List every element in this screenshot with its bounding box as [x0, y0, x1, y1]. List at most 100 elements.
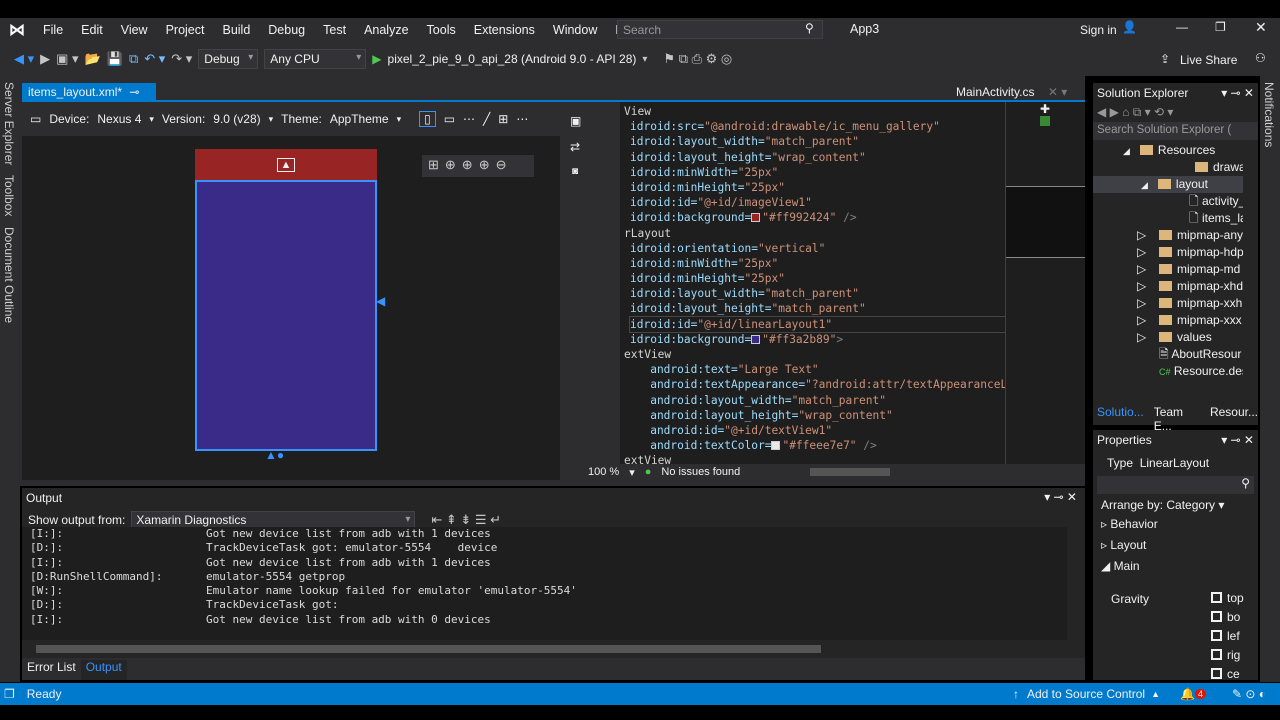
landscape-icon[interactable]: ▭	[444, 112, 455, 126]
theme-dropdown[interactable]: AppTheme	[330, 112, 389, 126]
color-swatch[interactable]	[751, 213, 761, 223]
notifications-icon[interactable]: 🔔	[1180, 687, 1195, 701]
config-dropdown[interactable]: Debug	[198, 49, 259, 69]
tab-team[interactable]: Team E...	[1154, 405, 1200, 433]
category-layout[interactable]: ▹ Layout	[1093, 537, 1258, 554]
redo-icon[interactable]: ↷ ▾	[171, 51, 192, 67]
output-hscrollbar[interactable]	[36, 645, 821, 653]
restore-button[interactable]: ❐	[1215, 20, 1226, 34]
tree-item[interactable]: ▷ mipmap-hdp	[1093, 244, 1243, 261]
search-input[interactable]: Search	[617, 20, 823, 39]
zoom-icon[interactable]: ⊕⊕⊕⊖	[445, 157, 513, 172]
version-dropdown[interactable]: 9.0 (v28)	[213, 112, 260, 126]
pin-icon[interactable]: ⊸	[129, 85, 139, 99]
tab-output[interactable]: Output	[80, 660, 127, 680]
tree-item[interactable]: ▷ values	[1093, 329, 1243, 346]
menu-window[interactable]: Window	[544, 23, 606, 37]
resize-handle[interactable]: ▲●	[265, 448, 284, 462]
category-main[interactable]: ◢ Main	[1093, 558, 1258, 575]
menu-tools[interactable]: Tools	[418, 23, 465, 37]
color-swatch[interactable]	[771, 441, 781, 451]
platform-dropdown[interactable]: Any CPU	[264, 49, 367, 69]
close-tab-icon[interactable]: ✕ ▾	[1048, 85, 1067, 99]
se-search-input[interactable]: Search Solution Explorer (	[1093, 122, 1258, 140]
settings-icon[interactable]: ◙	[572, 166, 620, 177]
dropdown-icon[interactable]: ▾	[642, 54, 647, 65]
document-outline-tab[interactable]: Document Outline	[2, 227, 16, 323]
tree-item[interactable]: ▷ mipmap-any	[1093, 227, 1243, 244]
tree-item[interactable]: ▷ mipmap-xhd	[1093, 278, 1243, 295]
fit-icon[interactable]: ⊞	[428, 157, 445, 172]
tree-item[interactable]: ◢ Resources	[1093, 142, 1243, 159]
tree-item[interactable]: 🗋 activity_m	[1093, 193, 1243, 210]
menu-analyze[interactable]: Analyze	[355, 23, 417, 37]
color-swatch[interactable]	[751, 334, 761, 344]
save-icon[interactable]: 💾	[107, 51, 123, 67]
open-icon[interactable]: 📂	[85, 51, 101, 67]
menu-extensions[interactable]: Extensions	[465, 23, 544, 37]
tree-item[interactable]: ◢ layout	[1093, 176, 1243, 193]
code-editor[interactable]: View idroid:src="@android:drawable/ic_men…	[620, 102, 1005, 464]
gravity-checkbox[interactable]: top	[1211, 590, 1253, 609]
phone-image-view[interactable]: ▲	[195, 149, 377, 180]
props-search-input[interactable]: ⚲	[1097, 476, 1254, 494]
menu-file[interactable]: File	[34, 23, 72, 37]
tree-item[interactable]: ▷ mipmap-md	[1093, 261, 1243, 278]
category-behavior[interactable]: ▹ Behavior	[1093, 516, 1258, 533]
undo-icon[interactable]: ↶ ▾	[144, 51, 165, 67]
notifications-tab[interactable]: Notifications	[1262, 82, 1276, 147]
add-icon[interactable]: ✚	[1040, 102, 1085, 116]
more-icon[interactable]: ⋯	[516, 112, 528, 126]
sign-in-link[interactable]: Sign in	[1080, 23, 1117, 37]
issues-status[interactable]: No issues found	[661, 466, 740, 478]
panel-controls[interactable]: ▾ ⊸ ✕	[1221, 433, 1254, 447]
brush-icon[interactable]: ╱	[483, 112, 490, 126]
save-all-icon[interactable]: ⧉	[129, 51, 138, 67]
se-toolbar[interactable]: ◀ ▶ ⌂ ⧉ ▾ ⟲ ▾	[1093, 103, 1258, 122]
tree-item[interactable]: ▷ mipmap-xxh	[1093, 295, 1243, 312]
tree-item[interactable]: C# Resource.des	[1093, 363, 1243, 380]
tab-error-list[interactable]: Error List	[22, 660, 81, 680]
code-minimap[interactable]: ✚	[1005, 102, 1085, 464]
live-share-icon[interactable]: ⇪	[1160, 52, 1170, 66]
device-manager-icon[interactable]: ⚑ ⧉ ⎙ ⚙ ◎	[663, 51, 732, 67]
swap-icon[interactable]: ⇄	[570, 140, 620, 154]
phone-linear-layout[interactable]	[195, 180, 377, 451]
add-source-control-button[interactable]: Add to Source Control	[1027, 687, 1145, 701]
grid-icon[interactable]: ⊞	[498, 112, 508, 126]
tab-mainactivity[interactable]: MainActivity.cs ✕ ▾	[950, 83, 1085, 102]
menu-test[interactable]: Test	[314, 23, 355, 37]
clear-icon[interactable]: ⇤ ⇞ ⇟ ☰ ↵	[431, 512, 501, 528]
portrait-icon[interactable]: ▯	[419, 111, 436, 127]
tree-item[interactable]: 🗎 AboutResour	[1093, 346, 1243, 363]
server-explorer-tab[interactable]: Server Explorer	[2, 82, 16, 165]
gravity-checkbox[interactable]: bo	[1211, 609, 1253, 628]
menu-edit[interactable]: Edit	[72, 23, 112, 37]
back-icon[interactable]: ◀ ▾	[14, 51, 34, 67]
device-dropdown[interactable]: Nexus 4	[97, 112, 141, 126]
panel-controls[interactable]: ▾ ⊸ ✕	[1221, 86, 1254, 100]
menu-build[interactable]: Build	[213, 23, 259, 37]
forward-icon[interactable]: ▶	[40, 51, 50, 67]
menu-project[interactable]: Project	[157, 23, 214, 37]
menu-debug[interactable]: Debug	[259, 23, 314, 37]
tree-item[interactable]: drawable	[1093, 159, 1243, 176]
menu-view[interactable]: View	[112, 23, 157, 37]
resize-handle[interactable]: ◀	[376, 294, 385, 308]
designer-view-icon[interactable]: ▣	[570, 114, 620, 128]
tree-item[interactable]: 🗋 items_layo	[1093, 210, 1243, 227]
more-icon[interactable]: ⋯	[463, 112, 475, 126]
user-icon[interactable]: 👤	[1122, 20, 1137, 34]
tab-solution[interactable]: Solutio...	[1097, 405, 1144, 433]
run-target-button[interactable]: pixel_2_pie_9_0_api_28 (Android 9.0 - AP…	[388, 52, 637, 66]
new-item-icon[interactable]: ▣ ▾	[56, 51, 78, 67]
arrange-dropdown[interactable]: Arrange by: Category ▾	[1093, 494, 1258, 516]
horizontal-scrollbar[interactable]	[810, 468, 891, 476]
tab-resources[interactable]: Resour...	[1210, 405, 1258, 433]
gravity-checkbox[interactable]: lef	[1211, 628, 1253, 647]
panel-controls[interactable]: ▾ ⊸ ✕	[1044, 490, 1077, 504]
toolbox-tab[interactable]: Toolbox	[2, 175, 16, 216]
gravity-checkbox[interactable]: rig	[1211, 647, 1253, 666]
live-share-button[interactable]: Live Share	[1180, 53, 1237, 67]
run-icon[interactable]: ▶	[372, 52, 381, 66]
